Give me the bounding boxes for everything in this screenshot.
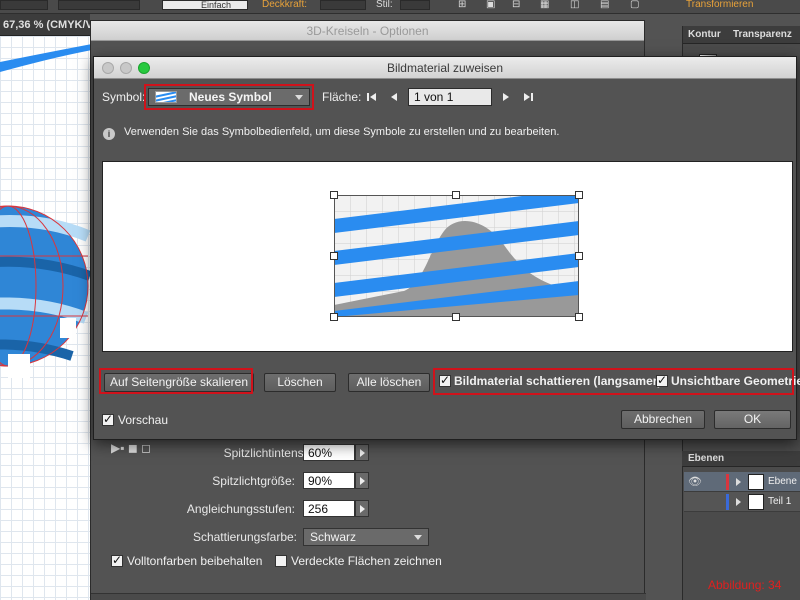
map-art-dialog: Bildmaterial zuweisen Symbol: Neues Symb…	[93, 56, 800, 440]
clear-button[interactable]: Löschen	[264, 373, 336, 392]
visibility-eye-icon[interactable]: 👁	[688, 475, 702, 488]
clear-all-button[interactable]: Alle löschen	[348, 373, 430, 392]
last-surface-icon[interactable]	[522, 91, 534, 103]
resize-handle[interactable]	[452, 191, 460, 199]
blend-steps-label: Angleichungsstufen:	[186, 502, 295, 516]
cancel-button[interactable]: Abbrechen	[621, 410, 705, 429]
layout-icon[interactable]: ▤	[600, 0, 609, 10]
highlight-intensity-field[interactable]: 60%	[303, 444, 355, 461]
layer-row[interactable]: Teil 1	[684, 492, 800, 512]
shading-color-value: Schwarz	[310, 530, 357, 544]
resize-handle[interactable]	[330, 191, 338, 199]
resize-handle[interactable]	[575, 191, 583, 199]
layer-thumbnail	[748, 474, 764, 490]
layer-row[interactable]: 👁 Ebene	[684, 472, 800, 492]
artboard-canvas[interactable]	[0, 36, 92, 600]
transform-link[interactable]: Transformieren	[686, 0, 753, 10]
preset-grid-icon[interactable]	[651, 43, 665, 57]
previous-surface-icon[interactable]	[388, 91, 400, 103]
dialog-title: Bildmaterial zuweisen	[386, 61, 504, 75]
layer-color-marker	[726, 494, 729, 510]
arrange-icon[interactable]: ▣	[486, 0, 495, 10]
layers-panel-header: Ebenen	[682, 451, 800, 467]
highlight-checkbox-options	[433, 368, 794, 395]
resize-handle[interactable]	[452, 313, 460, 321]
app-control-bar: Einfach Deckkraft: Stil: ⊞ ▣ ⊟ ▦ ◫ ▤ ▢ T…	[0, 0, 800, 14]
3d-sphere-artwork	[0, 205, 92, 378]
layer-name[interactable]: Teil 1	[768, 496, 791, 507]
highlight-intensity-label: Spitzlichtintensität:	[223, 446, 323, 460]
resize-handle[interactable]	[575, 313, 583, 321]
next-surface-icon[interactable]	[500, 91, 512, 103]
layers-panel-title[interactable]: Ebenen	[688, 453, 724, 464]
info-text: Verwenden Sie das Symbolbedienfeld, um d…	[124, 126, 560, 138]
ruler-icon[interactable]: ◫	[570, 0, 579, 10]
highlight-size-label: Spitzlichtgröße:	[212, 474, 295, 488]
style-field[interactable]	[400, 0, 430, 10]
figure-caption: Abbildung: 34	[708, 578, 782, 592]
document-tab-label: 67,36 % (CMYK/Vo	[3, 19, 99, 31]
toolbar-field-1[interactable]	[0, 0, 48, 10]
canvas-blue-band	[0, 44, 92, 72]
keep-spot-colors-checkbox[interactable]	[111, 553, 123, 567]
expand-chevron-icon[interactable]	[736, 498, 741, 506]
panel-tab-bar: Kontur Transparenz	[683, 26, 800, 44]
draw-hidden-faces-label[interactable]: Verdeckte Flächen zeichnen	[291, 554, 442, 568]
toolbar-field-2[interactable]	[58, 0, 140, 10]
resize-handle[interactable]	[330, 252, 338, 260]
layer-color-marker	[726, 474, 729, 490]
layer-name[interactable]: Ebene	[768, 476, 797, 487]
surface-number-field[interactable]: 1 von 1	[408, 88, 492, 106]
distribute-icon[interactable]: ⊟	[512, 0, 520, 10]
style-label: Stil:	[376, 0, 393, 10]
ok-button[interactable]: OK	[714, 410, 791, 429]
blend-steps-field[interactable]: 256	[303, 500, 355, 517]
resize-handle[interactable]	[330, 313, 338, 321]
canvas-artwork	[0, 44, 92, 378]
revolve-dialog-title[interactable]: 3D-Kreiseln - Optionen	[91, 21, 644, 41]
surface-label: Fläche:	[322, 90, 362, 104]
lighting-controls-icons[interactable]: ▶▪ ◼ ◻	[111, 441, 151, 455]
map-art-titlebar[interactable]: Bildmaterial zuweisen	[94, 57, 796, 79]
shading-color-label: Schattierungsfarbe:	[192, 530, 297, 544]
frame-icon[interactable]: ▢	[630, 0, 639, 10]
highlight-size-field[interactable]: 90%	[303, 472, 355, 489]
blend-steps-stepper[interactable]	[355, 500, 369, 517]
grid-icon[interactable]: ▦	[540, 0, 549, 10]
symbol-label: Symbol:	[102, 90, 146, 104]
revolve-dialog-footer	[91, 593, 646, 600]
document-tab[interactable]: 67,36 % (CMYK/Vo	[0, 14, 99, 36]
opacity-field[interactable]	[320, 0, 366, 10]
stroke-profile-text: Einfach	[201, 0, 232, 10]
highlight-symbol-select	[144, 84, 314, 110]
chevron-down-icon	[414, 535, 422, 540]
resize-handle[interactable]	[575, 252, 583, 260]
shading-color-select[interactable]: Schwarz	[303, 528, 429, 546]
draw-hidden-faces-checkbox[interactable]	[275, 555, 287, 567]
surface-preview[interactable]	[102, 161, 793, 352]
screen: Einfach Deckkraft: Stil: ⊞ ▣ ⊟ ▦ ◫ ▤ ▢ T…	[0, 0, 800, 600]
tab-transparency[interactable]: Transparenz	[733, 29, 792, 40]
info-icon: i	[103, 128, 115, 140]
highlight-scale-to-fit	[99, 368, 253, 394]
keep-spot-colors-label[interactable]: Volltonfarben beibehalten	[127, 554, 262, 568]
stroke-profile-field[interactable]: Einfach	[162, 0, 248, 10]
preview-label[interactable]: Vorschau	[118, 413, 168, 427]
opacity-label[interactable]: Deckkraft:	[262, 0, 307, 10]
tab-stroke[interactable]: Kontur	[688, 29, 721, 40]
expand-chevron-icon[interactable]	[736, 478, 741, 486]
preview-checkbox[interactable]	[102, 412, 114, 426]
mapped-artwork[interactable]	[334, 195, 579, 317]
align-icon[interactable]: ⊞	[458, 0, 466, 10]
highlight-size-stepper[interactable]	[355, 472, 369, 489]
first-surface-icon[interactable]	[366, 91, 378, 103]
layer-thumbnail	[748, 494, 764, 510]
highlight-intensity-stepper[interactable]	[355, 444, 369, 461]
